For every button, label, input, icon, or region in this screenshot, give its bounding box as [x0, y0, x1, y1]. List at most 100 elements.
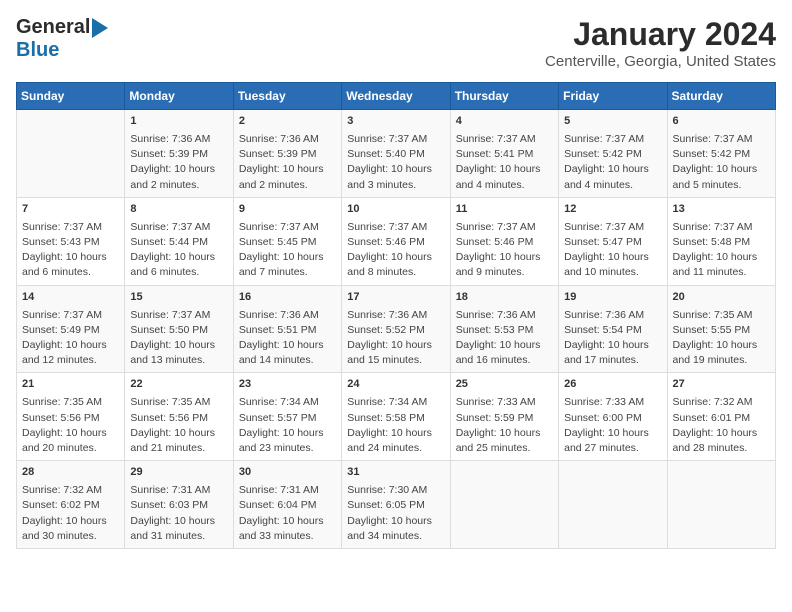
- table-row: 26Sunrise: 7:33 AM Sunset: 6:00 PM Dayli…: [559, 373, 667, 461]
- day-number: 18: [456, 290, 553, 306]
- day-number: 25: [456, 377, 553, 393]
- col-friday: Friday: [559, 83, 667, 110]
- day-number: 4: [456, 114, 553, 130]
- day-number: 22: [130, 377, 227, 393]
- logo-general: General: [16, 16, 90, 39]
- day-content: Sunrise: 7:35 AM Sunset: 5:56 PM Dayligh…: [22, 395, 119, 456]
- day-content: Sunrise: 7:34 AM Sunset: 5:57 PM Dayligh…: [239, 395, 336, 456]
- table-row: 11 Sunrise: 7:37 AM Sunset: 5:46 PM Dayli…: [450, 197, 558, 285]
- col-monday: Monday: [125, 83, 233, 110]
- day-content: Sunrise: 7:36 AM Sunset: 5:39 PM Dayligh…: [239, 132, 336, 193]
- logo-blue: Blue: [16, 39, 59, 61]
- table-row: 29 Sunrise: 7:31 AM Sunset: 6:03 PM Dayli…: [125, 461, 233, 549]
- day-content: Sunrise: 7:36 AM Sunset: 5:39 PM Dayligh…: [130, 132, 227, 193]
- table-row: 28 Sunrise: 7:32 AM Sunset: 6:02 PM Dayli…: [17, 461, 125, 549]
- day-content: Sunrise: 7:37 AM Sunset: 5:44 PM Dayligh…: [130, 220, 227, 281]
- day-number: 10: [347, 202, 444, 218]
- table-row: [17, 110, 125, 198]
- calendar-week-row: 21Sunrise: 7:35 AM Sunset: 5:56 PM Dayli…: [17, 373, 776, 461]
- table-row: 27 Sunrise: 7:32 AM Sunset: 6:01 PM Dayli…: [667, 373, 775, 461]
- day-content: Sunrise: 7:37 AM Sunset: 5:43 PM Dayligh…: [22, 220, 119, 281]
- day-number: 7: [22, 202, 119, 218]
- table-row: 7 Sunrise: 7:37 AM Sunset: 5:43 PM Daylig…: [17, 197, 125, 285]
- table-row: 18 Sunrise: 7:36 AM Sunset: 5:53 PM Dayli…: [450, 285, 558, 373]
- table-row: 5 Sunrise: 7:37 AM Sunset: 5:42 PM Daylig…: [559, 110, 667, 198]
- table-row: 30 Sunrise: 7:31 AM Sunset: 6:04 PM Dayli…: [233, 461, 341, 549]
- calendar-week-row: 7 Sunrise: 7:37 AM Sunset: 5:43 PM Daylig…: [17, 197, 776, 285]
- col-sunday: Sunday: [17, 83, 125, 110]
- calendar-header-row: Sunday Monday Tuesday Wednesday Thursday…: [17, 83, 776, 110]
- calendar-title: January 2024: [545, 16, 776, 53]
- day-content: Sunrise: 7:33 AM Sunset: 5:59 PM Dayligh…: [456, 395, 553, 456]
- calendar-week-row: 14 Sunrise: 7:37 AM Sunset: 5:49 PM Dayli…: [17, 285, 776, 373]
- table-row: 12Sunrise: 7:37 AM Sunset: 5:47 PM Dayli…: [559, 197, 667, 285]
- day-number: 13: [673, 202, 770, 218]
- title-area: January 2024 Centerville, Georgia, Unite…: [545, 16, 776, 70]
- table-row: 24Sunrise: 7:34 AM Sunset: 5:58 PM Dayli…: [342, 373, 450, 461]
- table-row: 16 Sunrise: 7:36 AM Sunset: 5:51 PM Dayli…: [233, 285, 341, 373]
- day-number: 15: [130, 290, 227, 306]
- table-row: 15 Sunrise: 7:37 AM Sunset: 5:50 PM Dayli…: [125, 285, 233, 373]
- day-content: Sunrise: 7:31 AM Sunset: 6:03 PM Dayligh…: [130, 483, 227, 544]
- day-number: 29: [130, 465, 227, 481]
- day-content: Sunrise: 7:37 AM Sunset: 5:49 PM Dayligh…: [22, 308, 119, 369]
- day-number: 14: [22, 290, 119, 306]
- day-content: Sunrise: 7:36 AM Sunset: 5:53 PM Dayligh…: [456, 308, 553, 369]
- day-content: Sunrise: 7:36 AM Sunset: 5:51 PM Dayligh…: [239, 308, 336, 369]
- day-content: Sunrise: 7:36 AM Sunset: 5:52 PM Dayligh…: [347, 308, 444, 369]
- col-wednesday: Wednesday: [342, 83, 450, 110]
- day-content: Sunrise: 7:37 AM Sunset: 5:46 PM Dayligh…: [347, 220, 444, 281]
- table-row: 22 Sunrise: 7:35 AM Sunset: 5:56 PM Dayli…: [125, 373, 233, 461]
- table-row: 31 Sunrise: 7:30 AM Sunset: 6:05 PM Dayli…: [342, 461, 450, 549]
- day-number: 20: [673, 290, 770, 306]
- day-content: Sunrise: 7:31 AM Sunset: 6:04 PM Dayligh…: [239, 483, 336, 544]
- day-content: Sunrise: 7:37 AM Sunset: 5:40 PM Dayligh…: [347, 132, 444, 193]
- day-number: 17: [347, 290, 444, 306]
- day-number: 3: [347, 114, 444, 130]
- day-number: 11: [456, 202, 553, 218]
- day-content: Sunrise: 7:32 AM Sunset: 6:02 PM Dayligh…: [22, 483, 119, 544]
- table-row: 20Sunrise: 7:35 AM Sunset: 5:55 PM Dayli…: [667, 285, 775, 373]
- day-content: Sunrise: 7:35 AM Sunset: 5:56 PM Dayligh…: [130, 395, 227, 456]
- table-row: 1Sunrise: 7:36 AM Sunset: 5:39 PM Daylig…: [125, 110, 233, 198]
- table-row: 2 Sunrise: 7:36 AM Sunset: 5:39 PM Daylig…: [233, 110, 341, 198]
- day-number: 31: [347, 465, 444, 481]
- table-row: 9Sunrise: 7:37 AM Sunset: 5:45 PM Daylig…: [233, 197, 341, 285]
- table-row: 19 Sunrise: 7:36 AM Sunset: 5:54 PM Dayli…: [559, 285, 667, 373]
- table-row: 6 Sunrise: 7:37 AM Sunset: 5:42 PM Daylig…: [667, 110, 775, 198]
- day-number: 8: [130, 202, 227, 218]
- day-number: 16: [239, 290, 336, 306]
- table-row: [450, 461, 558, 549]
- day-number: 5: [564, 114, 661, 130]
- day-content: Sunrise: 7:37 AM Sunset: 5:42 PM Dayligh…: [673, 132, 770, 193]
- day-content: Sunrise: 7:37 AM Sunset: 5:42 PM Dayligh…: [564, 132, 661, 193]
- table-row: 4Sunrise: 7:37 AM Sunset: 5:41 PM Daylig…: [450, 110, 558, 198]
- day-number: 19: [564, 290, 661, 306]
- calendar-table: Sunday Monday Tuesday Wednesday Thursday…: [16, 82, 776, 549]
- col-saturday: Saturday: [667, 83, 775, 110]
- day-content: Sunrise: 7:37 AM Sunset: 5:47 PM Dayligh…: [564, 220, 661, 281]
- col-tuesday: Tuesday: [233, 83, 341, 110]
- day-number: 27: [673, 377, 770, 393]
- calendar-week-row: 1Sunrise: 7:36 AM Sunset: 5:39 PM Daylig…: [17, 110, 776, 198]
- day-number: 26: [564, 377, 661, 393]
- day-content: Sunrise: 7:32 AM Sunset: 6:01 PM Dayligh…: [673, 395, 770, 456]
- logo-arrow-icon: [92, 18, 108, 38]
- day-content: Sunrise: 7:36 AM Sunset: 5:54 PM Dayligh…: [564, 308, 661, 369]
- table-row: 8 Sunrise: 7:37 AM Sunset: 5:44 PM Daylig…: [125, 197, 233, 285]
- day-number: 6: [673, 114, 770, 130]
- day-content: Sunrise: 7:37 AM Sunset: 5:50 PM Dayligh…: [130, 308, 227, 369]
- calendar-week-row: 28 Sunrise: 7:32 AM Sunset: 6:02 PM Dayli…: [17, 461, 776, 549]
- table-row: 25 Sunrise: 7:33 AM Sunset: 5:59 PM Dayli…: [450, 373, 558, 461]
- day-content: Sunrise: 7:37 AM Sunset: 5:48 PM Dayligh…: [673, 220, 770, 281]
- table-row: 14 Sunrise: 7:37 AM Sunset: 5:49 PM Dayli…: [17, 285, 125, 373]
- day-number: 2: [239, 114, 336, 130]
- table-row: 3 Sunrise: 7:37 AM Sunset: 5:40 PM Daylig…: [342, 110, 450, 198]
- day-content: Sunrise: 7:37 AM Sunset: 5:46 PM Dayligh…: [456, 220, 553, 281]
- day-number: 28: [22, 465, 119, 481]
- logo: General Blue: [16, 16, 110, 62]
- page-header: General Blue January 2024 Centerville, G…: [16, 16, 776, 70]
- day-number: 24: [347, 377, 444, 393]
- day-content: Sunrise: 7:30 AM Sunset: 6:05 PM Dayligh…: [347, 483, 444, 544]
- day-number: 30: [239, 465, 336, 481]
